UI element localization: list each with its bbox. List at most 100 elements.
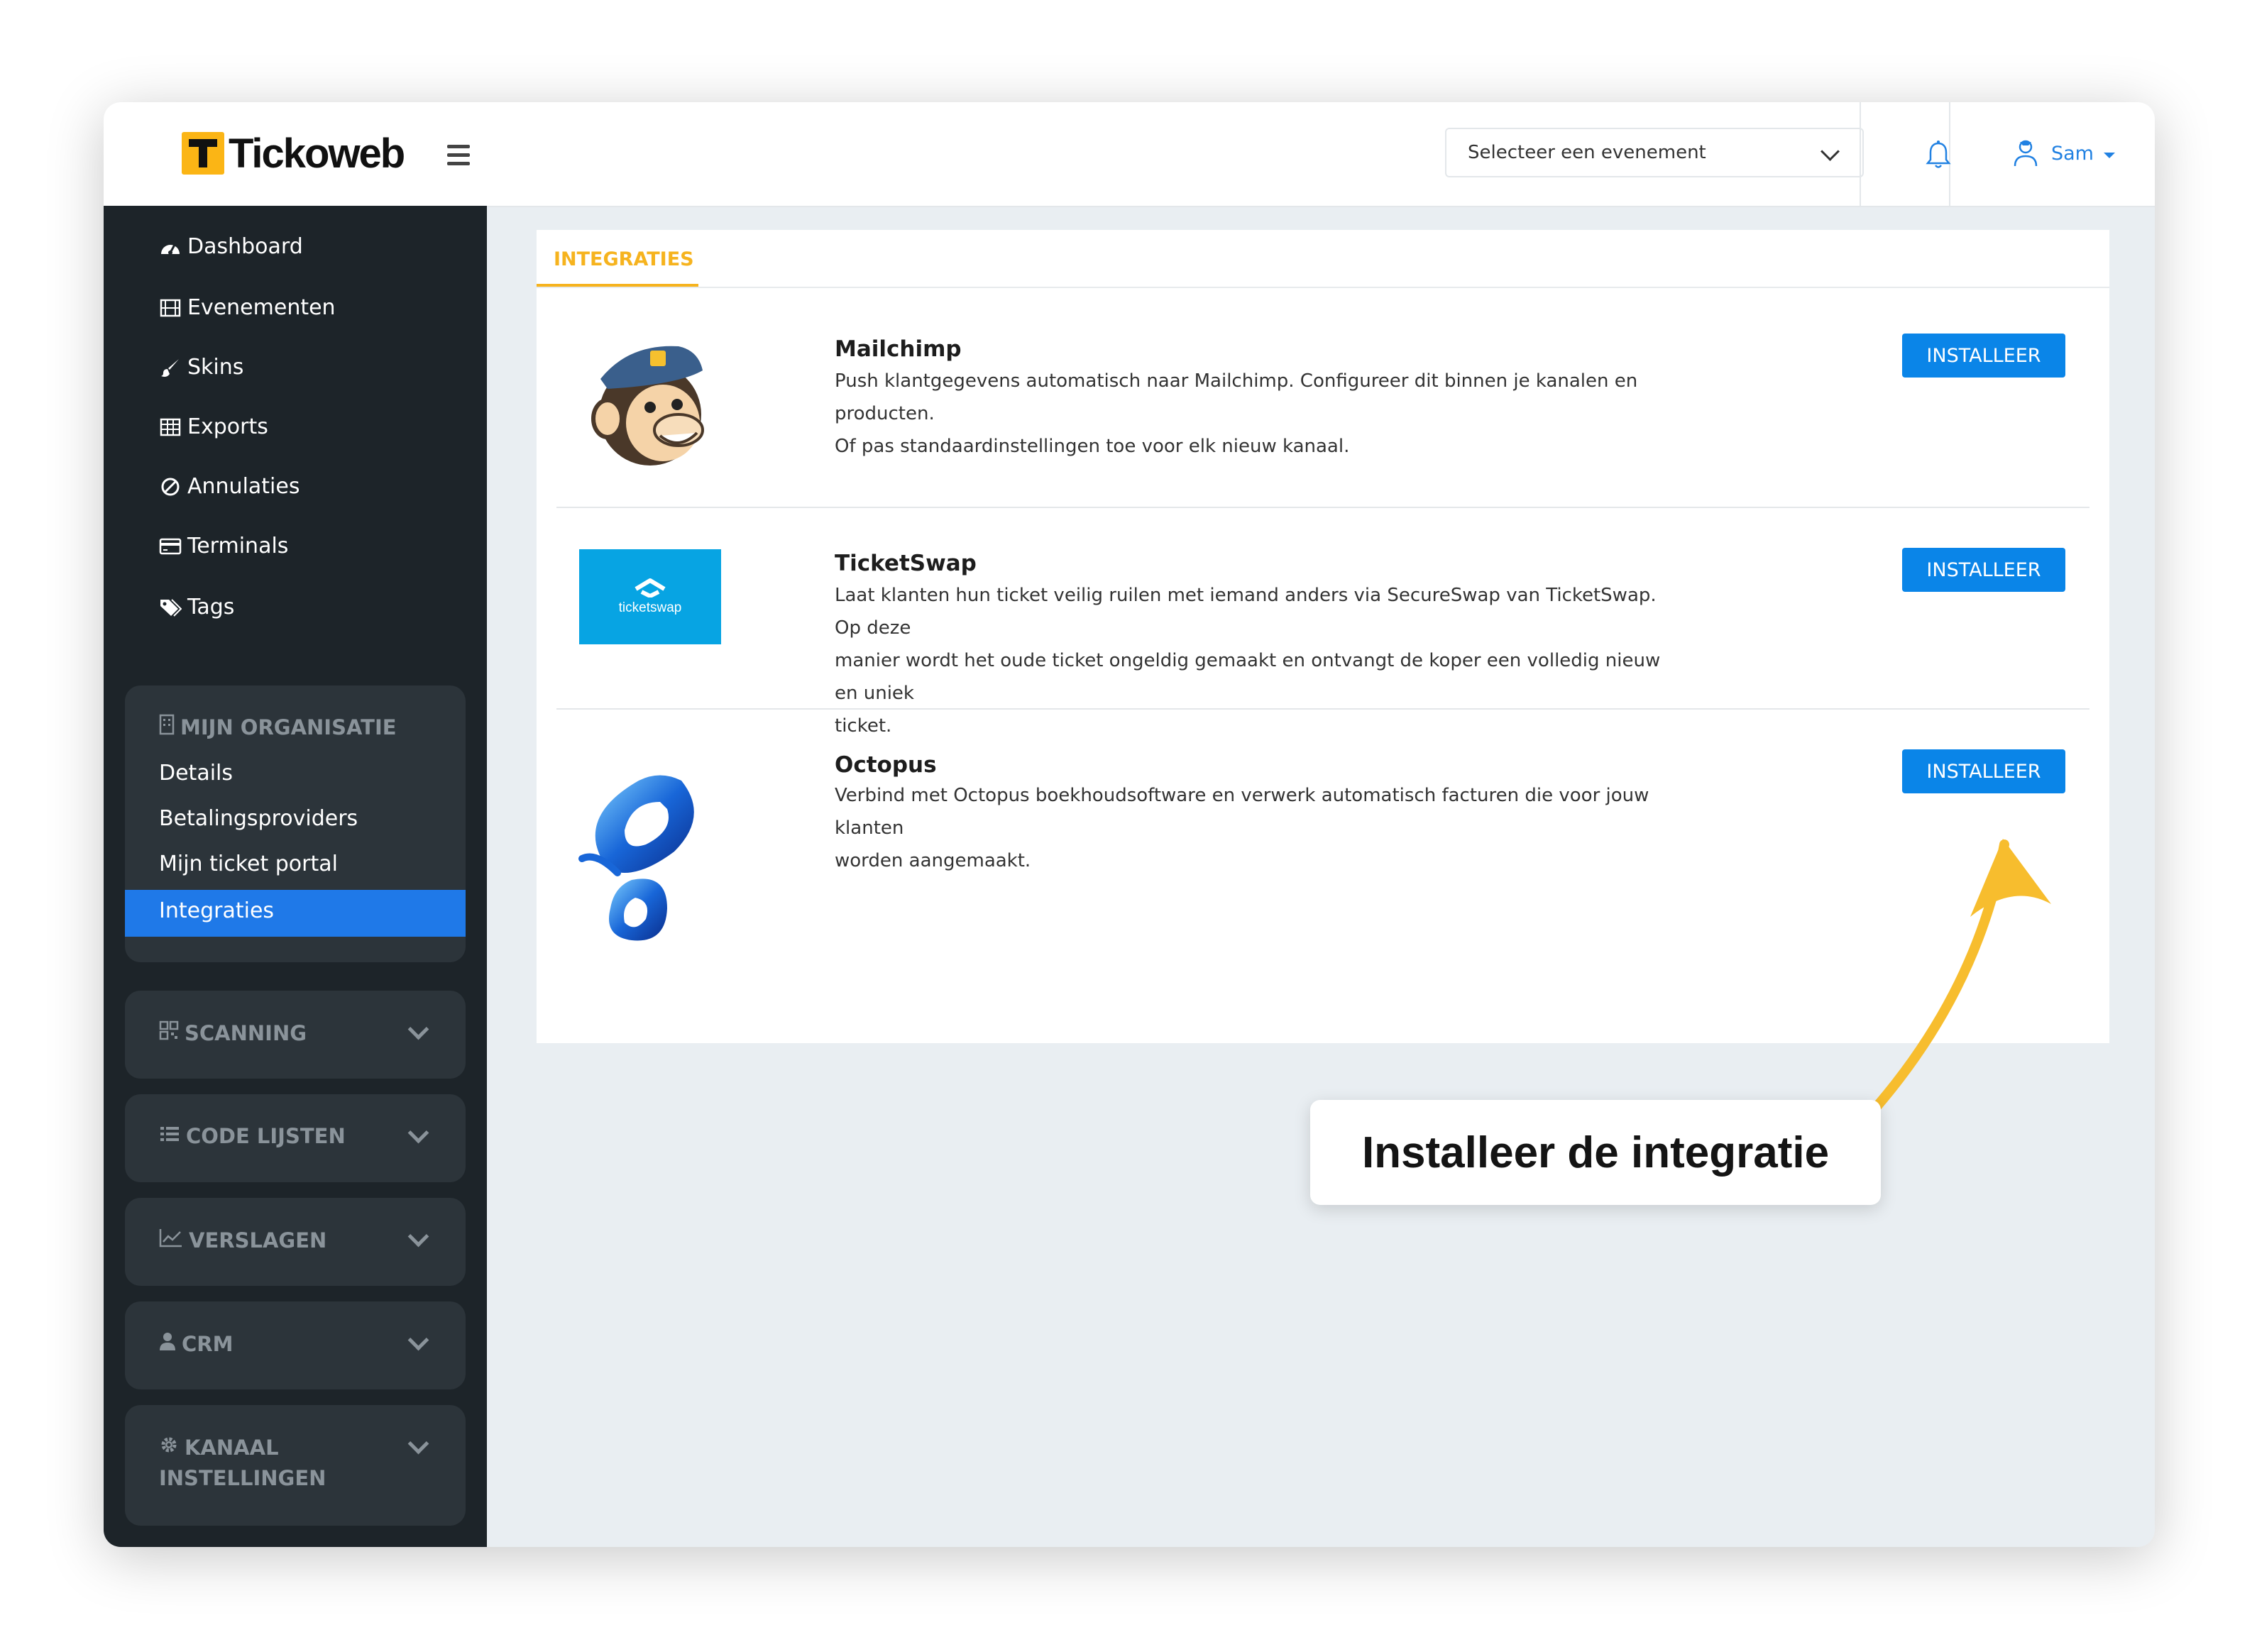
group-title-crm: CRM <box>159 1331 233 1356</box>
integration-name: Mailchimp <box>835 336 962 362</box>
sidebar-item-terminals[interactable]: Terminals <box>159 534 288 558</box>
cog-icon <box>159 1435 179 1460</box>
sidebar-item-label: Skins <box>187 355 244 380</box>
brand-name: Tickoweb <box>229 130 405 177</box>
ticketswap-logo: ticketswap <box>579 549 721 644</box>
octopus-logo-icon <box>578 775 694 941</box>
user-menu[interactable]: Sam <box>2013 136 2115 170</box>
group-title-label: SCANNING <box>185 1020 307 1045</box>
brand-logo[interactable]: Tickoweb <box>182 130 405 177</box>
chevron-down-icon[interactable] <box>407 1329 429 1351</box>
integrations-panel: INTEGRATIES Mailchimp Push klantgegevens… <box>537 230 2109 1043</box>
sidebar-item-skins[interactable]: Skins <box>159 355 243 380</box>
sidebar: Dashboard Evenementen Skins Exports Annu… <box>104 206 487 1547</box>
sidebar-sub-item-ticket-portal[interactable]: Mijn ticket portal <box>159 852 338 876</box>
chevron-down-icon[interactable] <box>407 1433 429 1455</box>
qrcode-icon <box>159 1020 179 1045</box>
chevron-down-icon[interactable] <box>407 1122 429 1144</box>
event-select-value: Selecteer een evenement <box>1468 142 1706 163</box>
table-icon <box>159 416 182 439</box>
group-title-label: CRM <box>182 1331 234 1356</box>
sidebar-sub-item-integraties[interactable]: Integraties <box>125 890 466 937</box>
logo-icon <box>182 132 224 175</box>
sidebar-group-scanning[interactable]: SCANNING <box>125 991 466 1079</box>
menu-toggle-icon[interactable] <box>447 145 470 166</box>
sidebar-group-verslagen[interactable]: VERSLAGEN <box>125 1198 466 1286</box>
sidebar-item-annulaties[interactable]: Annulaties <box>159 474 300 499</box>
integration-description-line: Push klantgegevens automatisch naar Mail… <box>835 370 1638 424</box>
sidebar-item-label: Annulaties <box>187 474 300 499</box>
dashboard-icon <box>159 236 182 258</box>
integration-description-line: Of pas standaardinstellingen toe voor el… <box>835 436 1350 457</box>
sidebar-group-kanaal-instellingen[interactable]: KANAAL INSTELLINGEN <box>125 1405 466 1526</box>
chevron-down-icon[interactable] <box>407 1018 429 1040</box>
tab-integraties[interactable]: INTEGRATIES <box>554 248 694 270</box>
credit-card-icon <box>159 535 182 558</box>
group-title-label-line2: INSTELLINGEN <box>159 1466 326 1490</box>
row-divider <box>556 708 2089 710</box>
install-mailchimp-button[interactable]: INSTALLEER <box>1902 334 2065 378</box>
sidebar-item-dashboard[interactable]: Dashboard <box>159 234 303 259</box>
chevron-down-icon <box>1821 142 1840 161</box>
brush-icon <box>159 356 182 379</box>
install-octopus-button[interactable]: INSTALLEER <box>1902 749 2065 793</box>
sidebar-group-organisatie: MIJN ORGANISATIE Details Betalingsprovid… <box>125 685 466 962</box>
caret-down-icon <box>2104 153 2115 158</box>
integration-description: Verbind met Octopus boekhoudsoftware en … <box>835 779 1686 877</box>
group-title-label: MIJN ORGANISATIE <box>180 715 397 739</box>
mailchimp-logo-icon <box>591 346 704 466</box>
sidebar-sub-item-label: Integraties <box>159 898 275 923</box>
event-select[interactable]: Selecteer een evenement <box>1445 128 1864 177</box>
sidebar-item-tags[interactable]: Tags <box>159 595 234 620</box>
user-name: Sam <box>2051 142 2094 165</box>
sidebar-item-label: Tags <box>187 595 235 620</box>
group-title-label: CODE LIJSTEN <box>186 1124 346 1148</box>
sidebar-item-label: Exports <box>187 414 268 439</box>
integration-description-line: manier wordt het oude ticket ongeldig ge… <box>835 650 1661 704</box>
header-divider <box>1860 102 1861 206</box>
sidebar-group-crm[interactable]: CRM <box>125 1301 466 1389</box>
ticketswap-swap-icon <box>635 578 666 598</box>
integration-description-line: ticket. <box>835 715 892 737</box>
bell-icon[interactable] <box>1924 139 1953 170</box>
group-title-verslagen: VERSLAGEN <box>159 1228 326 1252</box>
integration-description-line: worden aangemaakt. <box>835 850 1031 871</box>
group-title-instellingen: INSTELLINGEN <box>159 1466 326 1490</box>
integration-description-line: Verbind met Octopus boekhoudsoftware en … <box>835 785 1649 839</box>
sidebar-item-exports[interactable]: Exports <box>159 414 268 439</box>
app-window: Tickoweb Selecteer een evenement Sam Das… <box>104 102 2155 1547</box>
annotation-callout: Installeer de integratie <box>1310 1100 1881 1205</box>
top-bar: Tickoweb Selecteer een evenement Sam <box>104 102 2155 207</box>
chart-line-icon <box>159 1228 183 1252</box>
tags-icon <box>159 596 182 619</box>
integration-name: Octopus <box>835 752 937 778</box>
integration-name: TicketSwap <box>835 551 977 576</box>
integration-description-line: Laat klanten hun ticket veilig ruilen me… <box>835 585 1657 639</box>
group-title-label: VERSLAGEN <box>189 1228 327 1252</box>
film-icon <box>159 297 182 319</box>
building-icon <box>159 714 175 740</box>
group-title-organisatie[interactable]: MIJN ORGANISATIE <box>159 714 397 740</box>
annotation-callout-text: Installeer de integratie <box>1361 1128 1830 1177</box>
list-icon <box>159 1124 180 1148</box>
ticketswap-logo-text: ticketswap <box>618 600 682 615</box>
sidebar-item-evenementen[interactable]: Evenementen <box>159 295 336 320</box>
integration-description: Push klantgegevens automatisch naar Mail… <box>835 365 1686 463</box>
sidebar-item-label: Evenementen <box>187 295 336 320</box>
group-title-label: KANAAL <box>185 1435 279 1460</box>
sidebar-sub-item-details[interactable]: Details <box>159 761 233 786</box>
sidebar-item-label: Terminals <box>187 534 289 558</box>
sidebar-item-label: Dashboard <box>187 234 303 259</box>
group-title-kanaal: KANAAL <box>159 1435 279 1460</box>
integration-description: Laat klanten hun ticket veilig ruilen me… <box>835 579 1686 742</box>
group-title-scanning: SCANNING <box>159 1020 307 1045</box>
tab-divider <box>537 287 2109 288</box>
sidebar-sub-item-betalingsproviders[interactable]: Betalingsproviders <box>159 806 358 831</box>
chevron-down-icon[interactable] <box>407 1226 429 1248</box>
group-title-code-lijsten: CODE LIJSTEN <box>159 1124 346 1148</box>
ban-icon <box>159 475 182 498</box>
sidebar-group-code-lijsten[interactable]: CODE LIJSTEN <box>125 1094 466 1182</box>
user-avatar-icon <box>2014 140 2038 167</box>
install-ticketswap-button[interactable]: INSTALLEER <box>1902 548 2065 592</box>
row-divider <box>556 507 2089 508</box>
